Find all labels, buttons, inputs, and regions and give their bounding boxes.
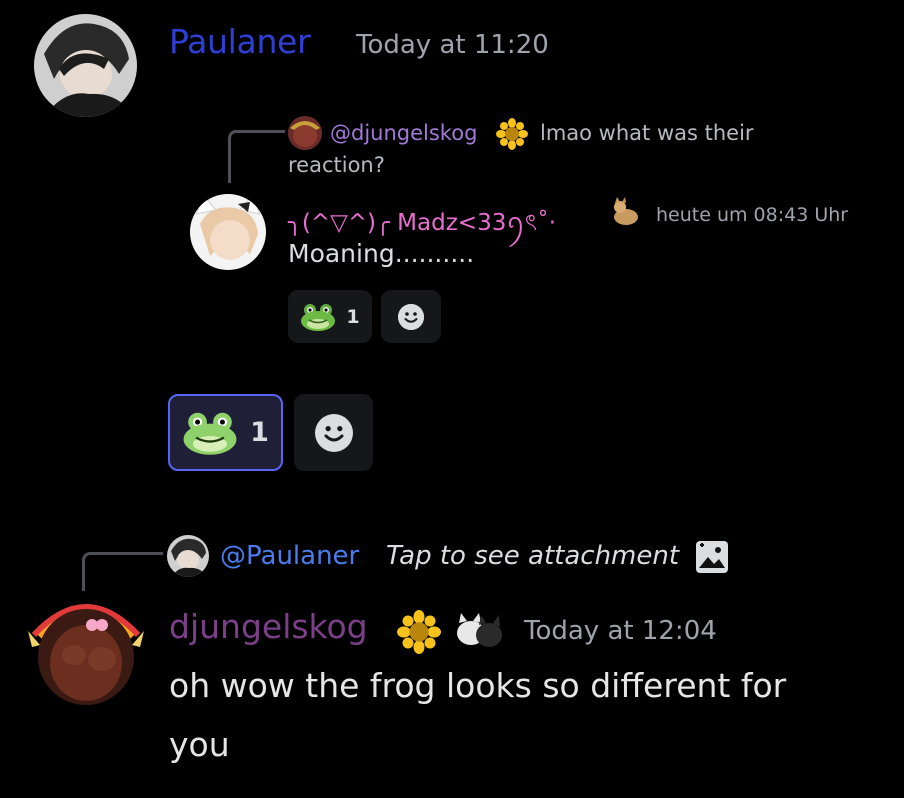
sunflower-badge-icon (397, 610, 441, 654)
embed-reply-author[interactable]: @djungelskog (330, 121, 477, 145)
author-name-djungelskog[interactable]: djungelskog (169, 607, 368, 646)
reaction-count: 1 (250, 417, 269, 448)
embed-reaction-frog[interactable]: 1 (288, 290, 372, 343)
frog-icon (300, 303, 336, 331)
avatar-paulaner-small (167, 535, 209, 577)
frog-icon (182, 411, 238, 455)
image-attachment-icon (694, 539, 730, 575)
author-name-paulaner[interactable]: Paulaner (169, 22, 311, 61)
embed-reply-text-continued: reaction? (288, 153, 385, 177)
add-reaction-icon (314, 413, 353, 452)
embed-add-reaction-button[interactable] (381, 290, 441, 343)
reply-attachment-text[interactable]: Tap to see attachment (386, 541, 679, 571)
message-timestamp: Today at 11:20 (356, 30, 549, 60)
add-reaction-icon (398, 303, 424, 330)
embed-message-text: Moaning.......... (288, 239, 475, 268)
embed-reply-connector (228, 130, 285, 183)
cat-badge-icon (453, 611, 503, 649)
message-text: oh wow the frog looks so different for (169, 666, 787, 705)
reply-author-mention[interactable]: @Paulaner (220, 541, 359, 571)
embed-reaction-count: 1 (346, 305, 360, 328)
avatar-paulaner[interactable] (34, 14, 137, 117)
add-reaction-button[interactable] (294, 394, 373, 471)
avatar-madz[interactable] (190, 194, 266, 270)
message-text-continued: you (169, 725, 230, 764)
sunflower-badge-icon (496, 118, 528, 150)
embed-reply-text: lmao what was their (540, 121, 754, 145)
reaction-frog[interactable]: 1 (168, 394, 283, 471)
embed-timestamp: heute um 08:43 Uhr (656, 204, 849, 226)
cat-badge-icon (610, 197, 642, 227)
avatar-djungelskog-small (288, 116, 322, 150)
message-timestamp: Today at 12:04 (524, 616, 717, 646)
avatar-djungelskog[interactable] (22, 585, 150, 707)
